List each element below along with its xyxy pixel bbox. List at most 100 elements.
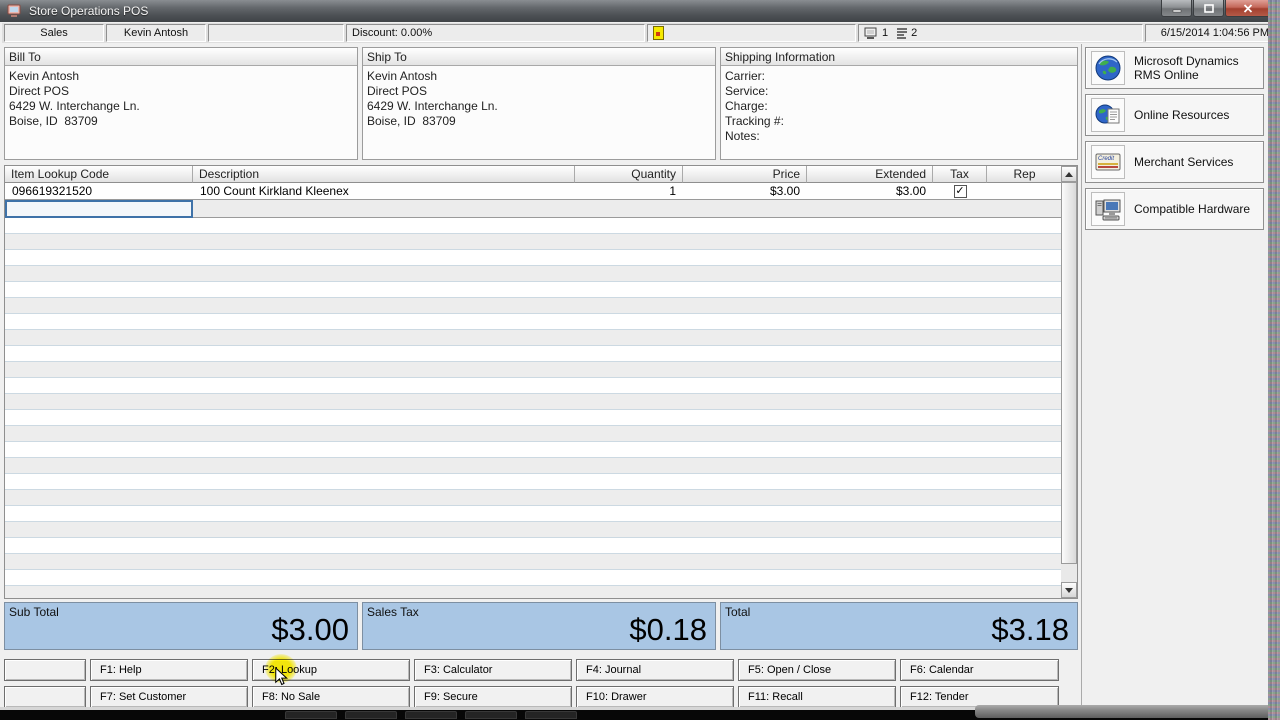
f10-drawer-button[interactable]: F10: Drawer xyxy=(576,686,734,708)
subtotal-value: $3.00 xyxy=(271,612,349,648)
globe-document-icon xyxy=(1091,98,1125,132)
item-entry-cell[interactable] xyxy=(5,200,193,218)
maximize-icon xyxy=(1204,4,1214,13)
shipping-info-header: Shipping Information xyxy=(721,48,1077,66)
close-button[interactable] xyxy=(1225,0,1270,17)
cell-extended: $3.00 xyxy=(807,183,933,199)
sales-tax-panel: Sales Tax $0.18 xyxy=(362,602,716,650)
transaction-number: 2 xyxy=(911,27,917,39)
table-empty-row xyxy=(5,378,1077,394)
minimize-button[interactable] xyxy=(1161,0,1192,17)
table-empty-row xyxy=(5,346,1077,362)
sidebar-item-rms-online[interactable]: Microsoft Dynamics RMS Online xyxy=(1085,47,1264,89)
svg-text:Credit: Credit xyxy=(1098,156,1114,162)
sidebar-item-online-resources[interactable]: Online Resources xyxy=(1085,94,1264,136)
table-empty-row xyxy=(5,314,1077,330)
table-scrollbar[interactable] xyxy=(1061,166,1077,598)
status-datetime: 6/15/2014 1:04:56 PM xyxy=(1145,24,1274,42)
table-empty-row xyxy=(5,458,1077,474)
minimize-icon xyxy=(1172,4,1182,13)
cell-price: $3.00 xyxy=(683,183,807,199)
total-panel: Total $3.18 xyxy=(720,602,1078,650)
sidebar: Microsoft Dynamics RMS Online Online Res… xyxy=(1081,44,1266,708)
f3-calculator-button[interactable]: F3: Calculator xyxy=(414,659,572,681)
table-empty-row xyxy=(5,538,1077,554)
status-mode: Sales xyxy=(4,24,104,42)
table-empty-row xyxy=(5,410,1077,426)
sidebar-item-merchant-services[interactable]: Credit Merchant Services xyxy=(1085,141,1264,183)
table-empty-row xyxy=(5,506,1077,522)
table-empty-row xyxy=(5,442,1077,458)
sidebar-item-compatible-hardware[interactable]: Compatible Hardware xyxy=(1085,188,1264,230)
f9-secure-button[interactable]: F9: Secure xyxy=(414,686,572,708)
transaction-list-icon xyxy=(896,27,908,40)
status-cashier: Kevin Antosh xyxy=(106,24,206,42)
table-row[interactable]: 096619321520 100 Count Kirkland Kleenex … xyxy=(5,183,1077,200)
bill-to-address: Kevin Antosh Direct POS 6429 W. Intercha… xyxy=(5,66,357,132)
table-empty-row xyxy=(5,522,1077,538)
window-title: Store Operations POS xyxy=(29,4,148,18)
sales-tax-value: $0.18 xyxy=(629,612,707,648)
sidebar-item-label: Microsoft Dynamics RMS Online xyxy=(1134,54,1252,82)
table-empty-row xyxy=(5,570,1077,586)
table-empty-row xyxy=(5,266,1077,282)
subtotal-label: Sub Total xyxy=(9,605,59,619)
f7-set-customer-button[interactable]: F7: Set Customer xyxy=(90,686,248,708)
computer-icon xyxy=(1091,192,1125,226)
scroll-up-button[interactable] xyxy=(1061,166,1077,182)
column-quantity: Quantity xyxy=(575,166,683,183)
f1-help-button[interactable]: F1: Help xyxy=(90,659,248,681)
scroll-down-button[interactable] xyxy=(1061,582,1077,598)
f2-lookup-button[interactable]: F2: Lookup xyxy=(252,659,410,681)
table-empty-row xyxy=(5,426,1077,442)
scrollbar-thumb[interactable] xyxy=(1061,182,1077,564)
column-price: Price xyxy=(683,166,807,183)
f8-no-sale-button[interactable]: F8: No Sale xyxy=(252,686,410,708)
tax-checkbox[interactable]: ✓ xyxy=(954,185,967,198)
journal-icon xyxy=(653,26,664,40)
cell-tax: ✓ xyxy=(933,183,987,199)
f6-calendar-button[interactable]: F6: Calendar xyxy=(900,659,1059,681)
cell-rep xyxy=(987,183,1063,199)
table-empty-row xyxy=(5,586,1077,599)
cell-item-lookup-code: 096619321520 xyxy=(5,183,193,199)
table-empty-row xyxy=(5,218,1077,234)
window-titlebar: Store Operations POS xyxy=(0,0,1280,22)
f11-recall-button[interactable]: F11: Recall xyxy=(738,686,896,708)
cell-quantity: 1 xyxy=(575,183,683,199)
blank-key-button-1[interactable] xyxy=(4,659,86,681)
table-empty-row xyxy=(5,554,1077,570)
column-rep: Rep xyxy=(987,166,1063,183)
status-bar: Sales Kevin Antosh Discount: 0.00% 1 2 6… xyxy=(2,23,1278,43)
table-empty-row xyxy=(5,234,1077,250)
entry-row xyxy=(5,200,1077,218)
ship-to-panel: Ship To Kevin Antosh Direct POS 6429 W. … xyxy=(362,47,716,160)
table-empty-row xyxy=(5,282,1077,298)
f5-open-close-button[interactable]: F5: Open / Close xyxy=(738,659,896,681)
app-icon xyxy=(7,3,23,19)
ship-to-header: Ship To xyxy=(363,48,715,66)
register-icon xyxy=(864,27,879,40)
column-tax: Tax xyxy=(933,166,987,183)
total-label: Total xyxy=(725,605,750,619)
register-number: 1 xyxy=(882,27,888,39)
table-empty-row xyxy=(5,394,1077,410)
window-controls xyxy=(1160,0,1270,17)
f4-journal-button[interactable]: F4: Journal xyxy=(576,659,734,681)
status-empty-cell xyxy=(208,24,344,42)
column-extended: Extended xyxy=(807,166,933,183)
table-empty-row xyxy=(5,490,1077,506)
arrow-down-icon xyxy=(1065,588,1073,593)
window-frame-corner xyxy=(975,705,1280,718)
total-value: $3.18 xyxy=(991,612,1069,648)
shipping-info-panel: Shipping Information Carrier: Service: C… xyxy=(720,47,1078,160)
cell-description: 100 Count Kirkland Kleenex xyxy=(193,183,575,199)
status-discount: Discount: 0.00% xyxy=(346,24,645,42)
arrow-up-icon xyxy=(1065,172,1073,177)
blank-key-button-2[interactable] xyxy=(4,686,86,708)
table-empty-row xyxy=(5,474,1077,490)
maximize-button[interactable] xyxy=(1193,0,1224,17)
table-empty-row xyxy=(5,330,1077,346)
status-register-cell: 1 2 xyxy=(858,24,1143,42)
sidebar-item-label: Compatible Hardware xyxy=(1134,202,1252,216)
